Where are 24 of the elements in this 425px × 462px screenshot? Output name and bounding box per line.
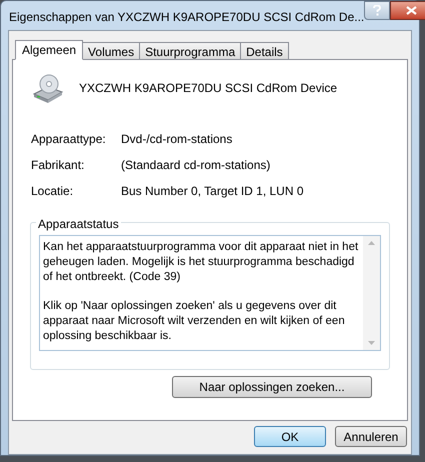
tab[interactable]: Details (240, 42, 289, 59)
dialog-button[interactable]: OK (254, 426, 326, 447)
property-label: Fabrikant: (31, 157, 86, 174)
property-value: Dvd-/cd-rom-stations (121, 131, 234, 148)
close-icon (406, 6, 418, 15)
help-button[interactable] (364, 1, 390, 20)
help-icon (373, 5, 382, 16)
cd-drive-icon (32, 72, 64, 104)
tab[interactable]: Volumes (82, 42, 140, 59)
status-message: Klik op 'Naar oplossingen zoeken' als u gegevens over dit apparaat naar Microsoft wilt verzenden en wilt kijken of een oplossing beschikbaar is. (43, 299, 346, 344)
dialog-button[interactable]: Annuleren (335, 426, 407, 447)
tab[interactable]: Algemeen (15, 40, 84, 60)
find-solutions-button[interactable]: Naar oplossingen zoeken... (172, 376, 372, 398)
device-name: YXCZWH K9AROPE70DU SCSI CdRom Device (79, 80, 338, 97)
scroll-down-icon (368, 341, 375, 345)
tab[interactable]: Stuurprogramma (139, 42, 242, 59)
property-value: (Standaard cd-rom-stations) (121, 157, 272, 174)
status-message: Kan het apparaatstuurprogramma voor dit apparaat niet in het geheugen laden. Mogelijk is het stuurprogramma beschadigd of het ontbreekt. (Code 39) (43, 240, 360, 285)
close-button[interactable] (390, 1, 425, 20)
scroll-up-icon (368, 241, 375, 245)
property-label: Locatie: (31, 183, 74, 200)
window-title: Eigenschappen van YXCZWH K9AROPE70DU SCSI CdRom De... (9, 9, 364, 26)
property-value: Bus Number 0, Target ID 1, LUN 0 (121, 183, 305, 200)
property-label: Apparaattype: (31, 131, 107, 148)
